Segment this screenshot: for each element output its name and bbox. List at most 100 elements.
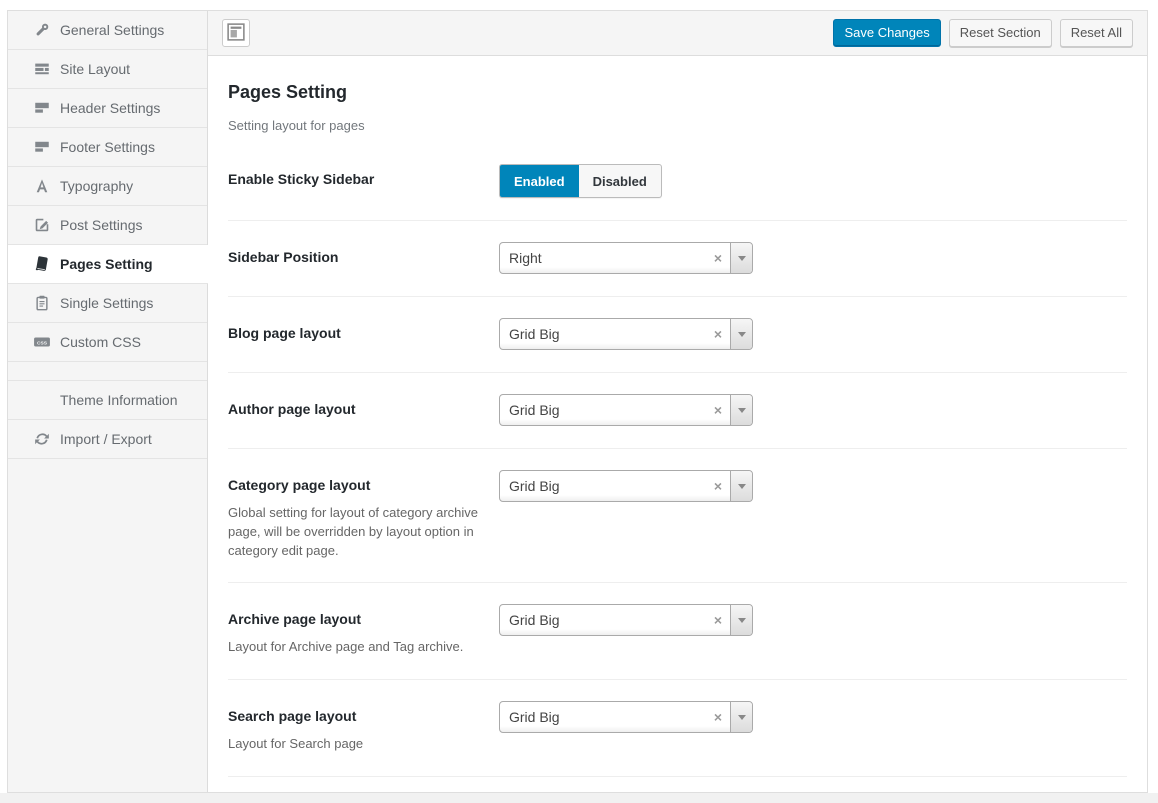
- sidebar-item-single-settings[interactable]: Single Settings: [8, 284, 207, 323]
- css-icon: CSS: [33, 333, 51, 351]
- sidebar-item-pages-setting[interactable]: Pages Setting: [8, 245, 208, 284]
- sidebar-item-label: Typography: [60, 178, 133, 194]
- site-layout-icon: [33, 60, 51, 78]
- sidebar-item-import-export[interactable]: Import / Export: [8, 420, 207, 459]
- toolbar: Save Changes Reset Section Reset All: [208, 11, 1147, 56]
- field-description: Layout for Archive page and Tag archive.: [228, 638, 483, 657]
- field-row-sidebar-position: Sidebar Position Right: [228, 221, 1127, 297]
- page-subtitle: Setting layout for pages: [228, 118, 1127, 133]
- panel-layout-toggle-button[interactable]: [222, 19, 250, 47]
- chevron-down-icon[interactable]: [730, 243, 752, 273]
- chevron-down-icon[interactable]: [730, 605, 752, 635]
- clear-icon[interactable]: [706, 403, 730, 417]
- panel-layout-icon: [227, 23, 245, 44]
- field-label: Blog page layout: [228, 318, 483, 343]
- page-background-strip: [0, 793, 1158, 803]
- select-category-page-layout[interactable]: Grid Big: [499, 470, 753, 502]
- field-row-remove-pages-in-search-result: Remove Pages in Search Result yes: [228, 777, 1127, 792]
- sidebar-item-typography[interactable]: Typography: [8, 167, 207, 206]
- sidebar-item-general-settings[interactable]: General Settings: [8, 11, 207, 50]
- select-search-page-layout[interactable]: Grid Big: [499, 701, 753, 733]
- sidebar-item-header-settings[interactable]: Header Settings: [8, 89, 207, 128]
- sidebar-group-divider: [8, 362, 207, 381]
- clear-icon[interactable]: [706, 479, 730, 493]
- select-value: Grid Big: [500, 478, 706, 494]
- field-row-category-page-layout: Category page layout Global setting for …: [228, 449, 1127, 583]
- toggle-option-disabled-button[interactable]: Disabled: [579, 165, 661, 197]
- select-author-page-layout[interactable]: Grid Big: [499, 394, 753, 426]
- select-sidebar-position[interactable]: Right: [499, 242, 753, 274]
- clear-icon[interactable]: [706, 710, 730, 724]
- sidebar: General Settings Site Layout Header Sett…: [8, 11, 208, 792]
- select-blog-page-layout[interactable]: Grid Big: [499, 318, 753, 350]
- select-archive-page-layout[interactable]: Grid Big: [499, 604, 753, 636]
- select-value: Right: [500, 250, 706, 266]
- chevron-down-icon[interactable]: [730, 471, 752, 501]
- field-label: Enable Sticky Sidebar: [228, 164, 483, 189]
- edit-icon: [33, 216, 51, 234]
- field-label: Category page layout: [228, 470, 483, 495]
- chevron-down-icon[interactable]: [730, 319, 752, 349]
- sidebar-item-post-settings[interactable]: Post Settings: [8, 206, 207, 245]
- field-control: EnabledDisabled: [499, 164, 1127, 198]
- chevron-down-icon[interactable]: [730, 395, 752, 425]
- field-control: Grid Big: [499, 394, 1127, 426]
- field-description: Global setting for layout of category ar…: [228, 504, 483, 561]
- field-control: Grid Big: [499, 604, 1127, 657]
- sidebar-item-label: Post Settings: [60, 217, 143, 233]
- select-value: Grid Big: [500, 709, 706, 725]
- select-value: Grid Big: [500, 326, 706, 342]
- field-label: Sidebar Position: [228, 242, 483, 267]
- sidebar-item-label: Pages Setting: [60, 256, 153, 272]
- select-value: Grid Big: [500, 612, 706, 628]
- toolbar-actions: Save Changes Reset Section Reset All: [833, 19, 1133, 47]
- toggle-option-enabled-button[interactable]: Enabled: [500, 165, 579, 197]
- footer-icon: [33, 138, 51, 156]
- reset-all-button[interactable]: Reset All: [1060, 19, 1133, 47]
- header-icon: [33, 99, 51, 117]
- typography-icon: [33, 177, 51, 195]
- field-control: Grid Big: [499, 318, 1127, 350]
- clipboard-icon: [33, 294, 51, 312]
- svg-text:CSS: CSS: [37, 340, 48, 346]
- save-changes-button[interactable]: Save Changes: [833, 19, 940, 47]
- clear-icon[interactable]: [706, 613, 730, 627]
- reset-section-button[interactable]: Reset Section: [949, 19, 1052, 47]
- sidebar-item-footer-settings[interactable]: Footer Settings: [8, 128, 207, 167]
- book-icon: [33, 255, 51, 273]
- select-value: Grid Big: [500, 402, 706, 418]
- field-row-blog-page-layout: Blog page layout Grid Big: [228, 297, 1127, 373]
- fields: Enable Sticky Sidebar EnabledDisabled Si…: [228, 143, 1127, 792]
- page-title: Pages Setting: [228, 82, 1127, 103]
- sidebar-item-label: Theme Information: [60, 392, 178, 408]
- field-control: Right: [499, 242, 1127, 274]
- field-label: Author page layout: [228, 394, 483, 419]
- clear-icon[interactable]: [706, 327, 730, 341]
- sidebar-item-label: Footer Settings: [60, 139, 155, 155]
- field-row-author-page-layout: Author page layout Grid Big: [228, 373, 1127, 449]
- theme-options-panel: General Settings Site Layout Header Sett…: [7, 10, 1148, 793]
- field-row-search-page-layout: Search page layout Layout for Search pag…: [228, 680, 1127, 777]
- sidebar-item-custom-css[interactable]: CSS Custom CSS: [8, 323, 207, 362]
- sidebar-item-label: Import / Export: [60, 431, 152, 447]
- main-area: Save Changes Reset Section Reset All Pag…: [208, 11, 1147, 792]
- wrench-icon: [33, 21, 51, 39]
- sidebar-item-label: General Settings: [60, 22, 164, 38]
- chevron-down-icon[interactable]: [730, 702, 752, 732]
- sidebar-item-label: Custom CSS: [60, 334, 141, 350]
- sidebar-item-label: Single Settings: [60, 295, 153, 311]
- sidebar-item-label: Site Layout: [60, 61, 130, 77]
- sidebar-item-label: Header Settings: [60, 100, 160, 116]
- field-control: Grid Big: [499, 701, 1127, 754]
- field-description: Layout for Search page: [228, 735, 483, 754]
- field-label: Search page layout: [228, 701, 483, 726]
- sidebar-item-theme-information[interactable]: Theme Information: [8, 381, 207, 420]
- field-row-enable-sticky-sidebar: Enable Sticky Sidebar EnabledDisabled: [228, 143, 1127, 221]
- content: Pages Setting Setting layout for pages E…: [208, 56, 1147, 792]
- field-row-archive-page-layout: Archive page layout Layout for Archive p…: [228, 583, 1127, 680]
- clear-icon[interactable]: [706, 251, 730, 265]
- sync-icon: [33, 430, 51, 448]
- toggle-group-enable-sticky-sidebar: EnabledDisabled: [499, 164, 662, 198]
- sidebar-item-site-layout[interactable]: Site Layout: [8, 50, 207, 89]
- field-label: Archive page layout: [228, 604, 483, 629]
